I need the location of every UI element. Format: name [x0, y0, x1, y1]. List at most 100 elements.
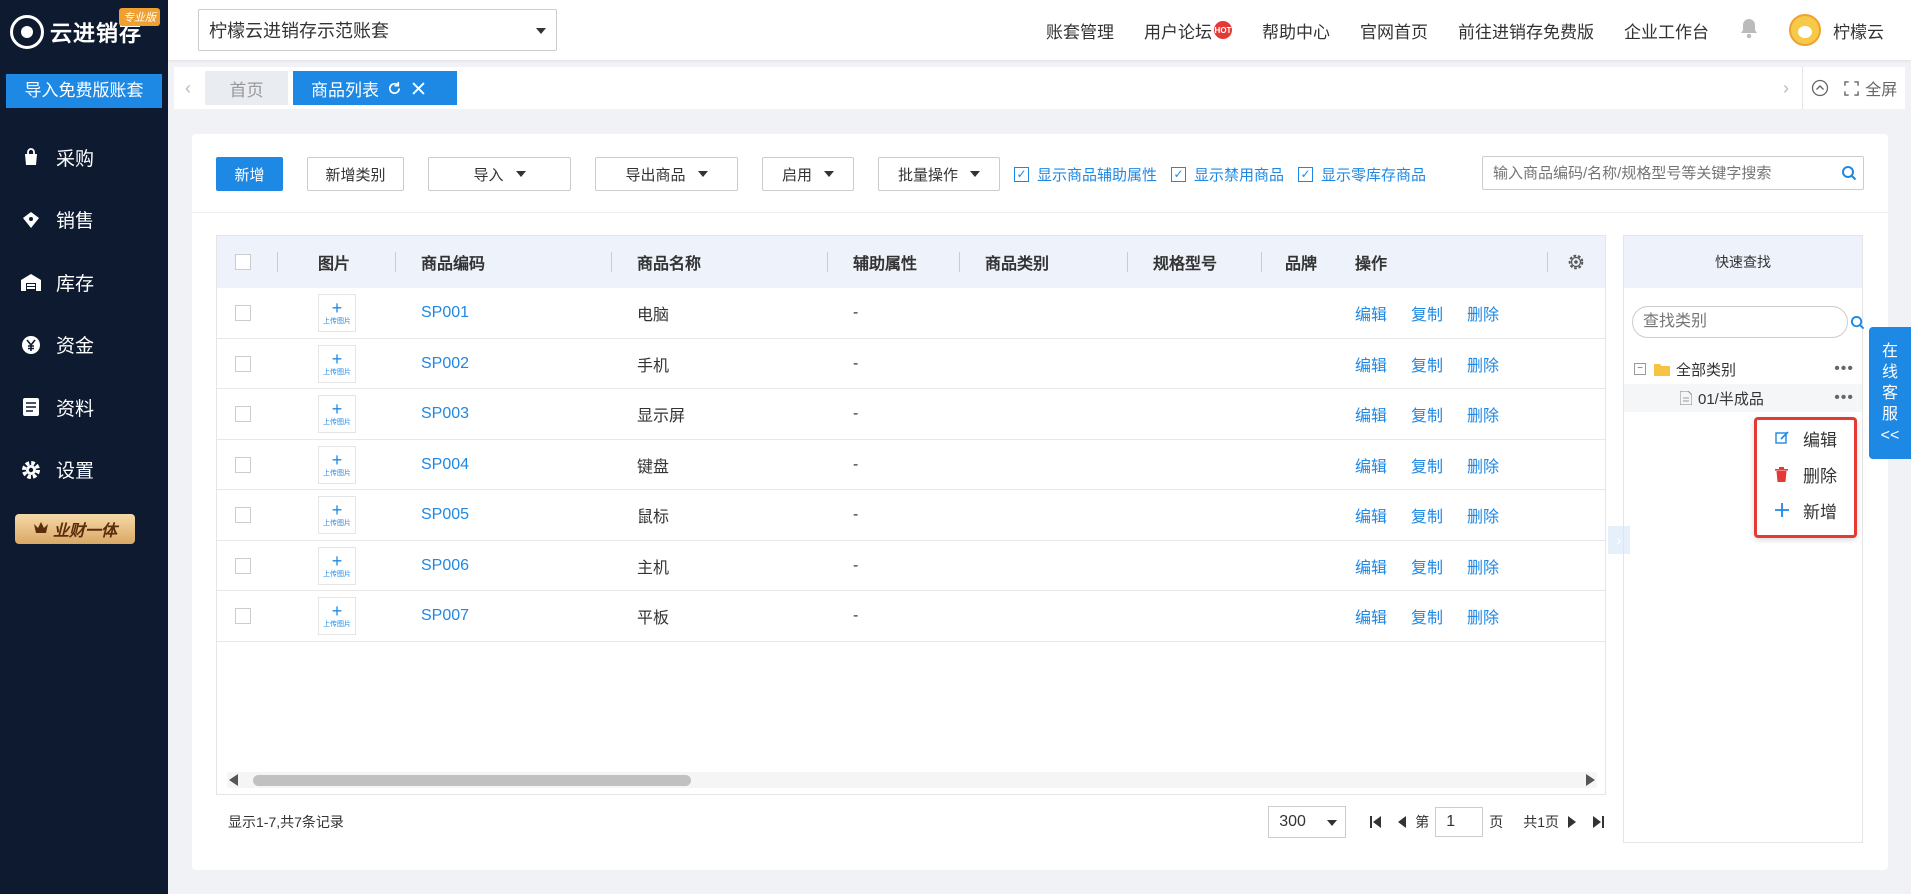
- upload-image-button[interactable]: + 上传图片: [318, 541, 356, 591]
- sidebar-item-data[interactable]: 资料: [0, 376, 168, 439]
- edit-link[interactable]: 编辑: [1355, 301, 1387, 325]
- next-page-icon[interactable]: [1567, 816, 1576, 828]
- copy-link[interactable]: 复制: [1411, 301, 1443, 325]
- table-row[interactable]: + 上传图片 SP006 主机 - 编辑 复制 删除: [217, 541, 1605, 591]
- fullscreen-button[interactable]: 全屏: [1844, 76, 1897, 100]
- edit-link[interactable]: 编辑: [1355, 554, 1387, 578]
- delete-link[interactable]: 删除: [1467, 352, 1499, 376]
- tabs-scroll-right-icon[interactable]: ›: [1772, 67, 1800, 109]
- copy-link[interactable]: 复制: [1411, 503, 1443, 527]
- page-number-input[interactable]: 1: [1435, 807, 1484, 837]
- import-dropdown[interactable]: 导入: [428, 157, 571, 191]
- tab-product-list[interactable]: 商品列表: [293, 71, 457, 105]
- bell-icon[interactable]: [1739, 17, 1759, 44]
- row-checkbox[interactable]: [235, 541, 251, 591]
- online-service-button[interactable]: 在 线 客 服 <<: [1869, 327, 1911, 459]
- product-code-link[interactable]: SP001: [421, 288, 469, 338]
- upload-image-button[interactable]: + 上传图片: [318, 339, 356, 389]
- menu-item-edit[interactable]: 编辑: [1757, 420, 1854, 456]
- edit-link[interactable]: 编辑: [1355, 604, 1387, 628]
- edit-link[interactable]: 编辑: [1355, 402, 1387, 426]
- table-row[interactable]: + 上传图片 SP004 键盘 - 编辑 复制 删除: [217, 440, 1605, 490]
- search-input[interactable]: [1483, 158, 1835, 188]
- copy-link[interactable]: 复制: [1411, 604, 1443, 628]
- delete-link[interactable]: 删除: [1467, 604, 1499, 628]
- refresh-icon[interactable]: [387, 81, 402, 96]
- delete-link[interactable]: 删除: [1467, 453, 1499, 477]
- upload-image-button[interactable]: + 上传图片: [318, 288, 356, 338]
- sidebar-item-purchase[interactable]: 采购: [0, 126, 168, 189]
- close-icon[interactable]: [412, 81, 425, 95]
- add-button[interactable]: 新增: [216, 157, 283, 191]
- edit-link[interactable]: 编辑: [1355, 453, 1387, 477]
- horizontal-scrollbar[interactable]: [227, 772, 1597, 788]
- more-icon[interactable]: •••: [1834, 360, 1854, 378]
- menu-item-delete[interactable]: 删除: [1757, 456, 1854, 492]
- vip-badge[interactable]: 业财一体: [15, 514, 135, 544]
- product-code-link[interactable]: SP007: [421, 591, 469, 641]
- upload-image-button[interactable]: + 上传图片: [318, 591, 356, 641]
- copy-link[interactable]: 复制: [1411, 554, 1443, 578]
- delete-link[interactable]: 删除: [1467, 554, 1499, 578]
- row-checkbox[interactable]: [235, 389, 251, 439]
- sidebar-item-inventory[interactable]: 库存: [0, 251, 168, 314]
- delete-link[interactable]: 删除: [1467, 301, 1499, 325]
- delete-link[interactable]: 删除: [1467, 402, 1499, 426]
- scroll-left-icon[interactable]: [229, 774, 238, 786]
- account-select[interactable]: 柠檬云进销存示范账套: [198, 9, 557, 51]
- logo[interactable]: 云进销存 专业版: [10, 8, 160, 56]
- search-icon[interactable]: [1850, 315, 1865, 330]
- copy-link[interactable]: 复制: [1411, 453, 1443, 477]
- link-help-center[interactable]: 帮助中心: [1262, 18, 1330, 43]
- enable-dropdown[interactable]: 启用: [762, 157, 854, 191]
- link-free-edition[interactable]: 前往进销存免费版: [1458, 18, 1594, 43]
- product-code-link[interactable]: SP003: [421, 389, 469, 439]
- sidebar-item-funds[interactable]: 资金: [0, 314, 168, 377]
- product-code-link[interactable]: SP004: [421, 440, 469, 490]
- user-name[interactable]: 柠檬云: [1833, 18, 1884, 43]
- upload-image-button[interactable]: + 上传图片: [318, 389, 356, 439]
- row-checkbox[interactable]: [235, 440, 251, 490]
- link-enterprise-workbench[interactable]: 企业工作台: [1624, 18, 1709, 43]
- edit-link[interactable]: 编辑: [1355, 352, 1387, 376]
- show-disabled-checkbox[interactable]: ✓ 显示禁用商品: [1171, 164, 1284, 185]
- first-page-icon[interactable]: [1370, 816, 1382, 828]
- add-category-button[interactable]: 新增类别: [307, 157, 404, 191]
- upload-image-button[interactable]: + 上传图片: [318, 490, 356, 540]
- product-code-link[interactable]: SP005: [421, 490, 469, 540]
- import-free-account-button[interactable]: 导入免费版账套: [6, 74, 162, 108]
- row-checkbox[interactable]: [235, 490, 251, 540]
- copy-link[interactable]: 复制: [1411, 402, 1443, 426]
- copy-link[interactable]: 复制: [1411, 352, 1443, 376]
- product-code-link[interactable]: SP006: [421, 541, 469, 591]
- prev-page-icon[interactable]: [1398, 816, 1407, 828]
- tree-collapse-toggle[interactable]: −: [1634, 363, 1646, 375]
- link-user-forum[interactable]: 用户论坛 HOT: [1144, 18, 1232, 43]
- edit-link[interactable]: 编辑: [1355, 503, 1387, 527]
- column-settings-gear-icon[interactable]: [1567, 236, 1585, 288]
- table-row[interactable]: + 上传图片 SP005 鼠标 - 编辑 复制 删除: [217, 490, 1605, 541]
- menu-item-add[interactable]: 新增: [1757, 492, 1854, 528]
- upload-image-button[interactable]: + 上传图片: [318, 440, 356, 490]
- table-row[interactable]: + 上传图片 SP007 平板 - 编辑 复制 删除: [217, 591, 1605, 642]
- batch-dropdown[interactable]: 批量操作: [878, 157, 1000, 191]
- table-row[interactable]: + 上传图片 SP003 显示屏 - 编辑 复制 删除: [217, 389, 1605, 440]
- category-search-input[interactable]: [1643, 308, 1850, 336]
- page-size-select[interactable]: 300: [1268, 806, 1347, 838]
- last-page-icon[interactable]: [1592, 816, 1604, 828]
- table-row[interactable]: + 上传图片 SP001 电脑 - 编辑 复制 删除: [217, 288, 1605, 339]
- tab-home[interactable]: 首页: [205, 71, 288, 105]
- row-checkbox[interactable]: [235, 288, 251, 338]
- tabs-scroll-left-icon[interactable]: ‹: [174, 67, 202, 109]
- table-row[interactable]: + 上传图片 SP002 手机 - 编辑 复制 删除: [217, 339, 1605, 389]
- collapse-up-icon[interactable]: [1811, 79, 1829, 97]
- scroll-right-icon[interactable]: [1586, 774, 1595, 786]
- row-checkbox[interactable]: [235, 339, 251, 389]
- avatar[interactable]: [1789, 14, 1821, 46]
- link-official-site[interactable]: 官网首页: [1360, 18, 1428, 43]
- row-checkbox[interactable]: [235, 591, 251, 641]
- tree-item-semi-finished[interactable]: 01/半成品 •••: [1624, 384, 1862, 412]
- show-aux-attr-checkbox[interactable]: ✓ 显示商品辅助属性: [1014, 164, 1157, 185]
- sidebar-item-settings[interactable]: 设置: [0, 439, 168, 502]
- more-icon[interactable]: •••: [1834, 389, 1854, 407]
